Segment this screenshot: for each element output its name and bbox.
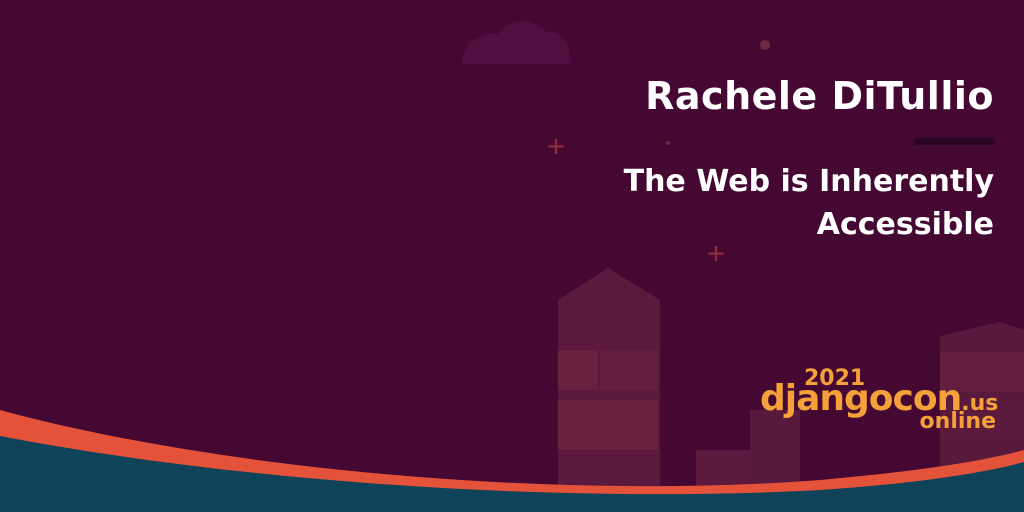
- talk-title-line-2: Accessible: [816, 207, 994, 242]
- event-card: Rachele DiTullio The Web is Inherently A…: [0, 0, 1024, 512]
- djangocon-logo: 2021 djangocon.us online: [760, 366, 1000, 436]
- cloud-shape: [462, 20, 571, 64]
- title-divider: [914, 138, 994, 145]
- talk-title: The Web is Inherently Accessible: [554, 160, 994, 246]
- logo-subtitle: online: [919, 409, 996, 434]
- sparkle-icon: [548, 139, 564, 154]
- talk-title-line-1: The Web is Inherently: [623, 164, 994, 199]
- building-window: [558, 350, 598, 390]
- building-window: [600, 350, 658, 390]
- speaker-name: Rachele DiTullio: [645, 74, 994, 118]
- building-window: [558, 400, 658, 450]
- star-dot: [666, 141, 670, 145]
- star-dot: [760, 40, 770, 50]
- sparkle-icon: [708, 246, 724, 261]
